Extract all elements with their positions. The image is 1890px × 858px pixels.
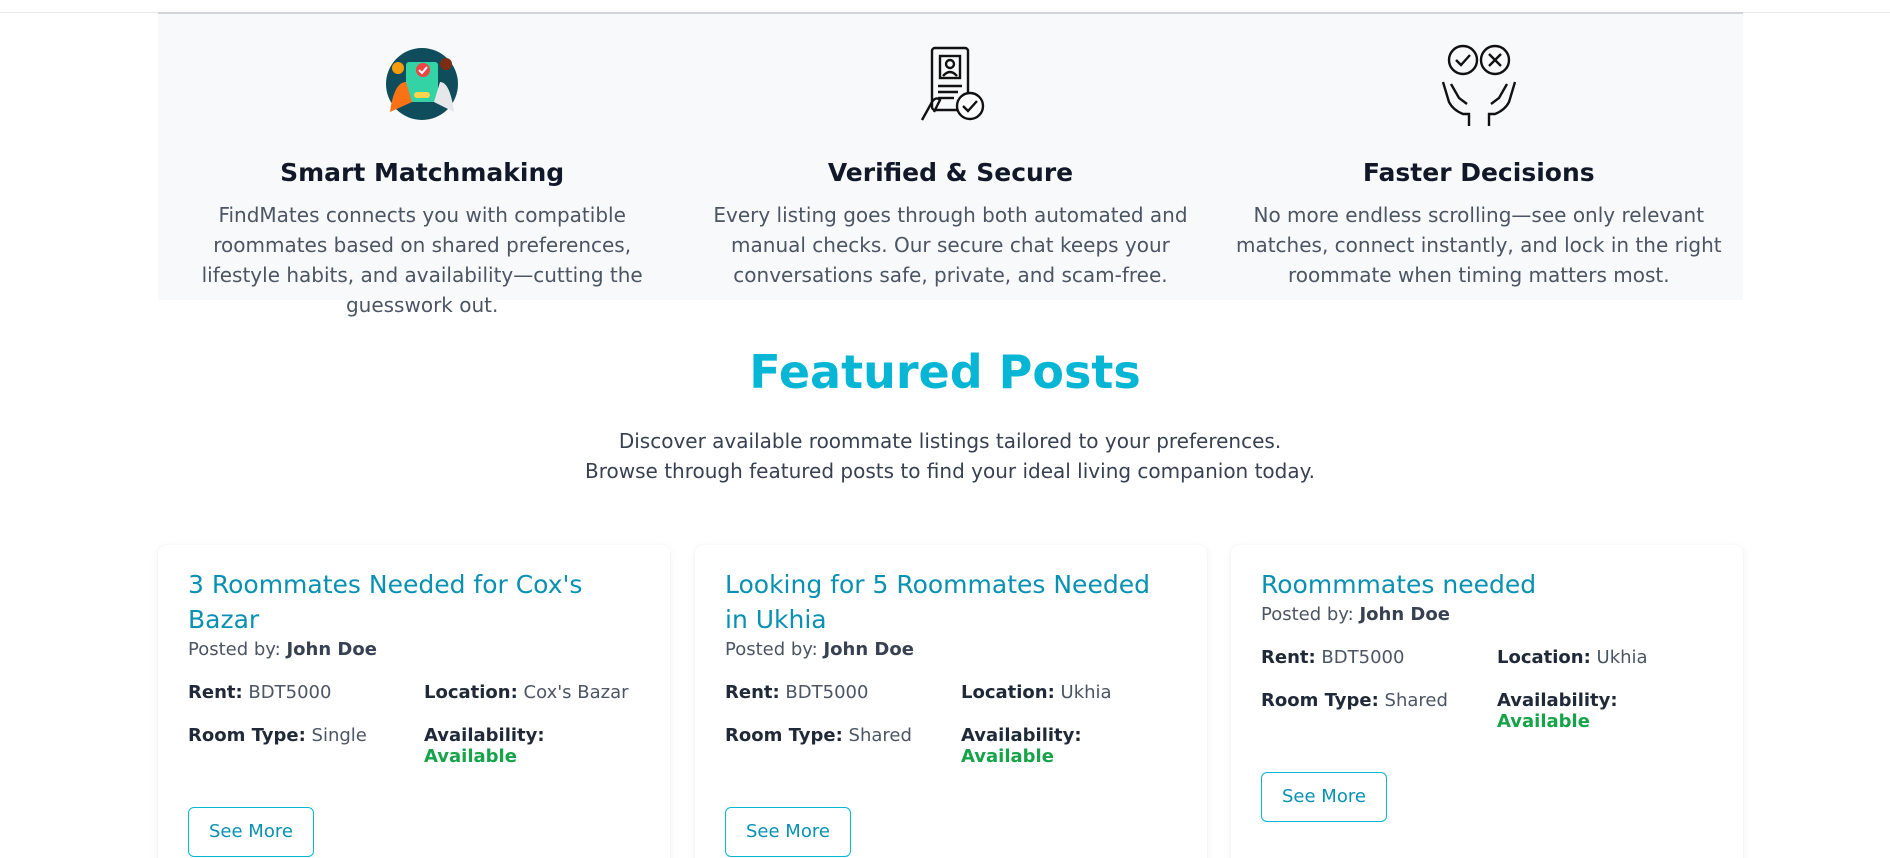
rent-value: BDT5000: [785, 682, 869, 703]
room-type-field: Room Type: Shared: [1261, 690, 1448, 711]
location-value: Ukhia: [1596, 647, 1648, 668]
post-title[interactable]: Roommmates needed: [1261, 567, 1713, 602]
feature-title: Smart Matchmaking: [280, 158, 565, 187]
post-title[interactable]: Looking for 5 Roommates Needed in Ukhia: [725, 567, 1177, 637]
see-more-button[interactable]: See More: [188, 807, 314, 857]
rent-field: Rent: BDT5000: [1261, 647, 1405, 668]
feature-text: FindMates connects you with compatible r…: [201, 203, 643, 317]
post-author: John Doe: [1359, 604, 1450, 625]
feature-title: Verified & Secure: [827, 158, 1074, 187]
posted-by: Posted by: John Doe: [1261, 604, 1450, 625]
verified-id-icon: [921, 46, 985, 121]
room-type-value: Shared: [848, 725, 912, 746]
availability-value: Available: [424, 746, 517, 767]
post-card: 3 Roommates Needed for Cox's Bazar Poste…: [158, 545, 670, 858]
feature-title: Faster Decisions: [1362, 158, 1595, 187]
post-author: John Doe: [286, 639, 377, 660]
availability-field: Availability: Available: [961, 725, 1082, 767]
posted-by: Posted by: John Doe: [188, 639, 377, 660]
see-more-button[interactable]: See More: [1261, 772, 1387, 822]
post-author: John Doe: [823, 639, 914, 660]
room-type-value: Shared: [1384, 690, 1448, 711]
location-field: Location: Ukhia: [1497, 647, 1648, 668]
feature-matchmaking: Smart Matchmaking FindMates connects you…: [158, 14, 686, 317]
post-card: Roommmates needed Posted by: John Doe Re…: [1231, 545, 1743, 858]
availability-field: Availability: Available: [424, 725, 545, 767]
features-section: Smart Matchmaking FindMates connects you…: [158, 12, 1743, 317]
location-field: Location: Cox's Bazar: [424, 682, 629, 703]
matchmaking-icon: [386, 48, 459, 120]
location-value: Ukhia: [1060, 682, 1112, 703]
see-more-button[interactable]: See More: [725, 807, 851, 857]
location-field: Location: Ukhia: [961, 682, 1112, 703]
rent-value: BDT5000: [1321, 647, 1405, 668]
feature-text: No more endless scrolling—see only relev…: [1235, 203, 1722, 287]
feature-verified: Verified & Secure Every listing goes thr…: [686, 14, 1214, 300]
rent-field: Rent: BDT5000: [725, 682, 869, 703]
post-title[interactable]: 3 Roommates Needed for Cox's Bazar: [188, 567, 640, 637]
featured-posts-title: Featured Posts: [749, 345, 1141, 399]
feature-faster: Faster Decisions No more endless scrolli…: [1215, 14, 1743, 300]
location-value: Cox's Bazar: [523, 682, 629, 703]
rent-field: Rent: BDT5000: [188, 682, 332, 703]
featured-posts-subtitle: Discover available roommate listings tai…: [585, 429, 1315, 483]
post-card: Looking for 5 Roommates Needed in Ukhia …: [695, 545, 1207, 858]
feature-text: Every listing goes through both automate…: [713, 203, 1188, 287]
availability-value: Available: [1497, 711, 1590, 732]
availability-value: Available: [961, 746, 1054, 767]
room-type-value: Single: [311, 725, 367, 746]
availability-field: Availability: Available: [1497, 690, 1618, 732]
posted-by: Posted by: John Doe: [725, 639, 914, 660]
decision-hands-icon: [1441, 44, 1516, 126]
room-type-field: Room Type: Shared: [725, 725, 912, 746]
rent-value: BDT5000: [248, 682, 332, 703]
room-type-field: Room Type: Single: [188, 725, 367, 746]
